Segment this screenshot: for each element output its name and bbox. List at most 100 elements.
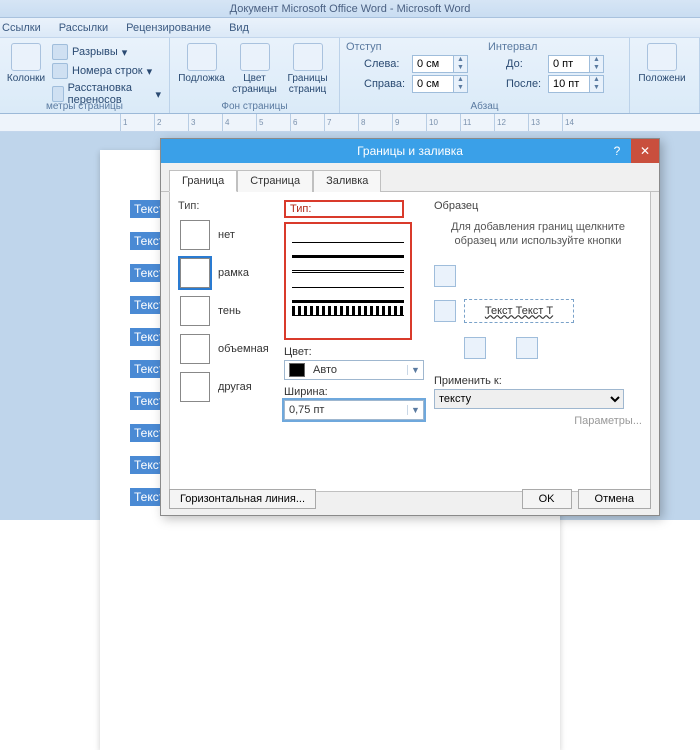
indent-left-spinner[interactable]: ▲▼	[412, 55, 468, 73]
spacing-after-input[interactable]	[549, 76, 589, 92]
horizontal-ruler[interactable]: 1234567891011121314	[0, 114, 700, 132]
threeD-thumb-icon	[180, 334, 210, 364]
hyphenation-icon	[52, 86, 64, 102]
preview-header: Образец	[434, 200, 642, 212]
watermark-button[interactable]: Подложка	[176, 41, 227, 97]
spacing-before-icon	[488, 57, 502, 71]
position-icon	[647, 43, 677, 71]
spacing-before-label: До:	[506, 58, 544, 70]
spacing-after-icon	[488, 77, 502, 91]
tab-fill[interactable]: Заливка	[313, 170, 381, 192]
indent-right-icon	[346, 77, 360, 91]
indent-right-label: Справа:	[364, 78, 408, 90]
page-borders-label: Границы страниц	[284, 73, 331, 95]
width-combo[interactable]: 0,75 пт▼	[284, 400, 424, 420]
setting-custom[interactable]: другая	[178, 368, 274, 406]
page-borders-icon	[293, 43, 323, 71]
box-thumb-icon	[180, 258, 210, 288]
indent-left-label: Слева:	[364, 58, 408, 70]
spacing-after-spinner[interactable]: ▲▼	[548, 75, 604, 93]
setting-3d-label: объемная	[218, 343, 269, 355]
chevron-down-icon: ▼	[407, 365, 423, 375]
tab-links[interactable]: Ссылки	[2, 22, 41, 34]
tab-mailings[interactable]: Рассылки	[59, 22, 108, 34]
setting-shadow[interactable]: тень	[178, 292, 274, 330]
chevron-down-icon: ▼	[407, 405, 423, 415]
tab-border[interactable]: Граница	[169, 170, 237, 192]
tab-view[interactable]: Вид	[229, 22, 249, 34]
dialog-titlebar[interactable]: Границы и заливка ? ✕	[161, 139, 659, 163]
tab-page[interactable]: Страница	[237, 170, 313, 192]
indent-left-input[interactable]	[413, 56, 453, 72]
indent-left-icon	[346, 57, 360, 71]
ok-button[interactable]: OK	[522, 489, 572, 509]
indent-right-input[interactable]	[413, 76, 453, 92]
line-numbers-icon	[52, 63, 68, 79]
setting-custom-label: другая	[218, 381, 252, 393]
page-color-icon	[240, 43, 270, 71]
watermark-icon	[187, 43, 217, 71]
custom-thumb-icon	[180, 372, 210, 402]
breaks-label: Разрывы	[72, 46, 118, 58]
color-swatch-icon	[289, 363, 305, 377]
width-value: 0,75 пт	[285, 404, 407, 416]
line-numbers-button[interactable]: Номера строк▾	[50, 62, 163, 80]
options-button: Параметры...	[434, 415, 642, 427]
page-color-label: Цвет страницы	[231, 73, 278, 95]
apply-to-label: Применить к:	[434, 375, 642, 387]
width-label: Ширина:	[284, 386, 424, 398]
page-borders-button[interactable]: Границы страниц	[282, 41, 333, 97]
indent-right-spinner[interactable]: ▲▼	[412, 75, 468, 93]
dialog-title: Границы и заливка	[357, 144, 463, 158]
tab-review[interactable]: Рецензирование	[126, 22, 211, 34]
none-thumb-icon	[180, 220, 210, 250]
style-header: Тип:	[284, 200, 404, 218]
preview-bottom-border-button[interactable]	[434, 300, 456, 322]
watermark-label: Подложка	[178, 73, 225, 84]
spacing-before-spinner[interactable]: ▲▼	[548, 55, 604, 73]
color-label: Цвет:	[284, 346, 424, 358]
borders-shading-dialog: Границы и заливка ? ✕ Граница Страница З…	[160, 138, 660, 516]
ribbon: Колонки Разрывы▾ Номера строк▾ Расстанов…	[0, 38, 700, 114]
close-button[interactable]: ✕	[631, 139, 659, 163]
preview-right-border-button[interactable]	[516, 337, 538, 359]
group-background-label: Фон страницы	[170, 101, 339, 112]
horizontal-line-button[interactable]: Горизонтальная линия...	[169, 489, 316, 509]
breaks-button[interactable]: Разрывы▾	[50, 43, 163, 61]
columns-label: Колонки	[7, 73, 45, 84]
style-listbox[interactable]	[284, 222, 412, 340]
setting-header: Тип:	[178, 200, 274, 212]
setting-box[interactable]: рамка	[178, 254, 274, 292]
ribbon-tabs: Ссылки Рассылки Рецензирование Вид	[0, 18, 700, 38]
color-value: Авто	[309, 364, 407, 376]
columns-button[interactable]: Колонки	[6, 41, 46, 107]
breaks-icon	[52, 44, 68, 60]
group-paragraph-label: Абзац	[340, 101, 629, 112]
spacing-after-label: После:	[506, 78, 544, 90]
setting-3d[interactable]: объемная	[178, 330, 274, 368]
help-button[interactable]: ?	[603, 139, 631, 163]
setting-shadow-label: тень	[218, 305, 241, 317]
page-color-button[interactable]: Цвет страницы	[229, 41, 280, 97]
spacing-before-input[interactable]	[549, 56, 589, 72]
position-label: Положени	[638, 73, 685, 84]
cancel-button[interactable]: Отмена	[578, 489, 651, 509]
preview-left-border-button[interactable]	[464, 337, 486, 359]
preview-message: Для добавления границ щелкните образец и…	[434, 216, 642, 259]
shadow-thumb-icon	[180, 296, 210, 326]
setting-box-label: рамка	[218, 267, 249, 279]
line-numbers-label: Номера строк	[72, 65, 143, 77]
columns-icon	[11, 43, 41, 71]
app-titlebar: Документ Microsoft Office Word - Microso…	[0, 0, 700, 18]
position-button[interactable]: Положени	[636, 41, 688, 86]
group-page-setup-label: метры страницы	[0, 101, 169, 112]
apply-to-select[interactable]: тексту	[434, 389, 624, 409]
spacing-header: Интервал	[488, 41, 604, 53]
indent-header: Отступ	[346, 41, 468, 53]
color-combo[interactable]: Авто▼	[284, 360, 424, 380]
setting-none[interactable]: нет	[178, 216, 274, 254]
dialog-tabs: Граница Страница Заливка	[161, 163, 659, 192]
setting-none-label: нет	[218, 229, 235, 241]
preview-top-border-button[interactable]	[434, 265, 456, 287]
preview-sample[interactable]: Текст Текст Т	[464, 299, 574, 323]
